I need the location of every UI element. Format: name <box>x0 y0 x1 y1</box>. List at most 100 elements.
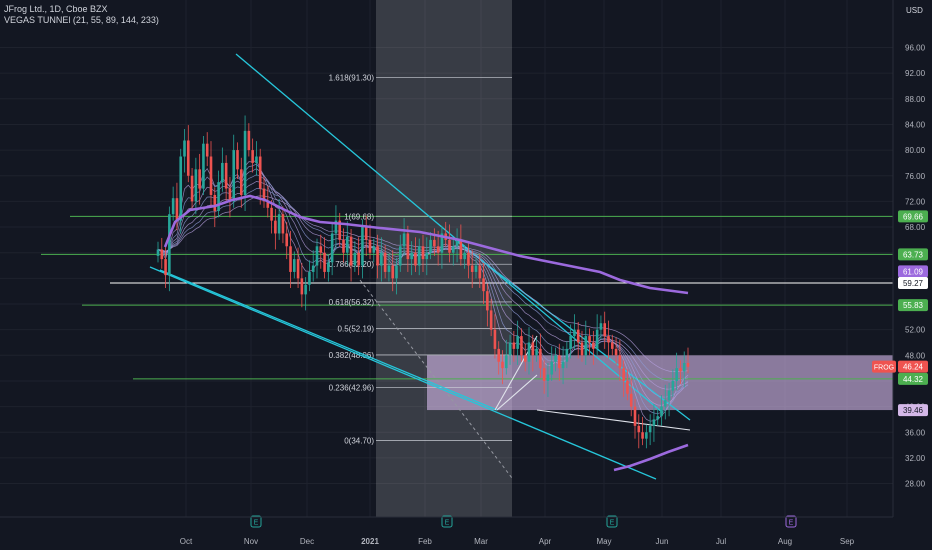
y-tick-label: 76.00 <box>905 172 926 181</box>
candle-body <box>520 336 523 356</box>
candle-body <box>232 150 236 202</box>
candle-body <box>546 374 550 381</box>
fib-level-label: 0.618(56.32) <box>329 298 375 307</box>
candle-body <box>523 355 527 362</box>
candle-body <box>368 239 372 253</box>
candle-body <box>247 130 251 151</box>
candle-body <box>342 239 345 253</box>
indicator-title[interactable]: VEGAS TUNNEl (21, 55, 89, 144, 233) <box>4 15 159 26</box>
price-tag-label: 61.09 <box>903 267 924 276</box>
demand-zone-box[interactable] <box>427 355 893 411</box>
candle-body <box>361 227 364 266</box>
earnings-marker-letter: E <box>789 520 794 527</box>
x-tick-label: Jul <box>716 537 726 546</box>
candle-body <box>584 336 588 356</box>
candle-body <box>198 169 201 189</box>
candle-body <box>603 323 607 337</box>
candle-body <box>205 143 209 157</box>
candle-body <box>675 368 678 381</box>
candle-body <box>292 259 296 272</box>
candle-body <box>289 246 292 272</box>
candle-body <box>493 329 497 349</box>
x-tick-label: Nov <box>244 537 258 546</box>
price-tag-label: 59.27 <box>903 279 924 288</box>
x-tick-label: Apr <box>539 537 552 546</box>
currency-label: USD <box>906 6 923 15</box>
candle-body <box>349 236 353 266</box>
y-tick-label: 88.00 <box>905 95 926 104</box>
candle-body <box>160 249 164 260</box>
candle-body <box>482 278 485 292</box>
candle-body <box>588 336 591 343</box>
price-chart[interactable]: 1.618(91.30)1(69.68)0.786(62.20)0.618(56… <box>0 0 932 550</box>
candle-body <box>656 416 660 420</box>
x-tick-label: Mar <box>474 537 488 546</box>
candle-body <box>569 336 572 349</box>
candle-body <box>345 236 349 253</box>
symbol-title[interactable]: JFrog Ltd., 1D, Cboe BZX <box>4 4 159 15</box>
y-tick-label: 72.00 <box>905 197 926 206</box>
price-tag-label: 63.73 <box>903 250 924 259</box>
candle-body <box>330 233 334 263</box>
candle-body <box>504 355 508 369</box>
candle-body <box>535 348 538 356</box>
candle-body <box>372 246 376 253</box>
y-tick-label: 84.00 <box>905 120 926 129</box>
candle-body <box>209 156 213 195</box>
candle-body <box>531 342 535 356</box>
candle-body <box>387 265 391 272</box>
candle-body <box>486 291 489 311</box>
candle-body <box>629 393 633 407</box>
candle-body <box>660 406 663 417</box>
chart-legend: JFrog Ltd., 1D, Cboe BZX VEGAS TUNNEl (2… <box>4 4 159 26</box>
candle-body <box>410 252 413 260</box>
candle-body <box>648 425 652 433</box>
x-tick-label: Dec <box>300 537 314 546</box>
x-tick-label: Oct <box>180 537 193 546</box>
candle-body <box>470 265 474 272</box>
candle-body <box>557 355 561 369</box>
candle-body <box>258 156 262 189</box>
candle-body <box>190 175 194 202</box>
candle-body <box>663 400 667 407</box>
x-tick-label: 2021 <box>361 537 379 546</box>
fib-level-label: 0.236(42.96) <box>329 384 375 393</box>
earnings-marker-letter: E <box>610 520 615 527</box>
candle-body <box>516 336 519 349</box>
candle-body <box>421 246 425 260</box>
candle-body <box>395 265 398 279</box>
candle-body <box>641 432 644 439</box>
candle-body <box>398 246 402 266</box>
candle-body <box>474 265 478 272</box>
candle-body <box>512 342 516 349</box>
fib-level-label: 1.618(91.30) <box>329 74 375 83</box>
candle-body <box>217 182 220 212</box>
candle-body <box>637 425 641 433</box>
candle-body <box>221 162 224 183</box>
x-tick-label: Feb <box>418 537 432 546</box>
candle-body <box>652 419 656 426</box>
price-tag-label: 55.83 <box>903 301 924 310</box>
y-tick-label: 96.00 <box>905 44 926 53</box>
y-tick-label: 48.00 <box>905 351 926 360</box>
candle-body <box>448 239 451 253</box>
candle-body <box>478 265 482 279</box>
candle-body <box>592 342 595 349</box>
y-tick-label: 80.00 <box>905 146 926 155</box>
candle-body <box>561 361 565 369</box>
candle-body <box>417 246 421 266</box>
candle-body <box>429 239 432 253</box>
candle-body <box>550 361 554 375</box>
candle-body <box>311 265 315 272</box>
candle-body <box>580 342 584 356</box>
y-tick-label: 52.00 <box>905 326 926 335</box>
candle-body <box>459 239 463 260</box>
x-tick-label: May <box>596 537 611 546</box>
candle-body <box>527 342 531 362</box>
candle-body <box>425 252 429 260</box>
candle-body <box>168 214 171 276</box>
candle-body <box>679 368 682 372</box>
candle-body <box>183 140 186 157</box>
candle-body <box>633 406 637 426</box>
price-tag-label: 46.24 <box>903 363 924 372</box>
